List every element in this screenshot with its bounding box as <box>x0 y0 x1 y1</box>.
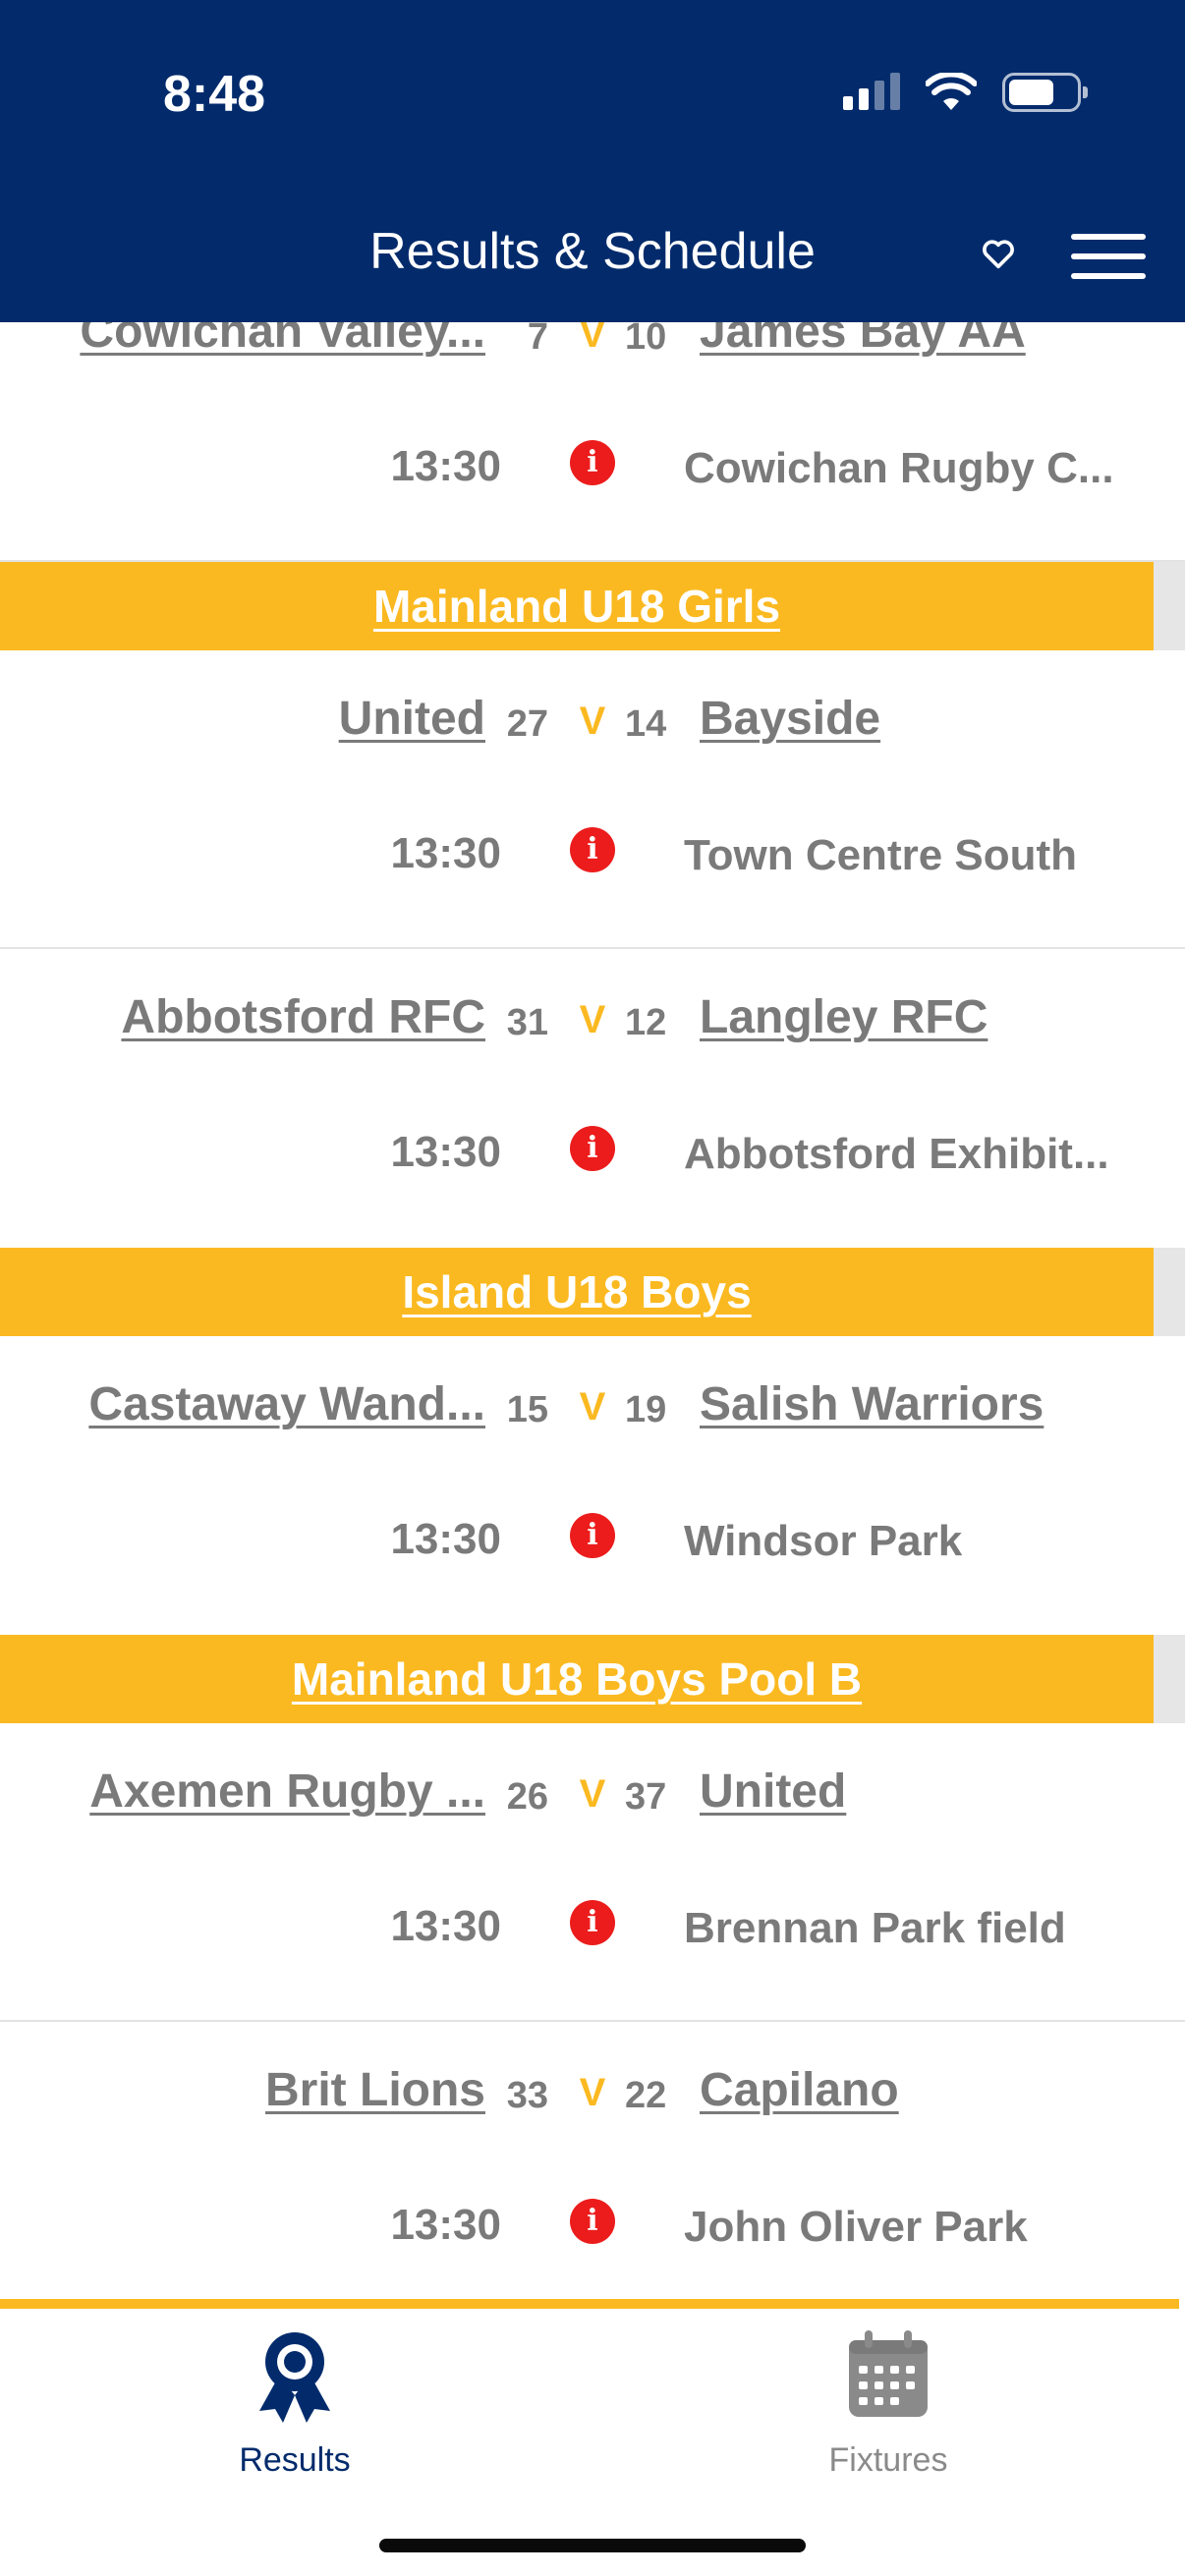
versus-label: V <box>579 998 606 1041</box>
tab-bar: Results Fixtures <box>0 2309 1185 2576</box>
scrollbar-track <box>1154 562 1185 650</box>
away-team-link[interactable]: Bayside <box>700 692 880 746</box>
versus-label: V <box>579 1772 606 1816</box>
versus-label: V <box>579 1385 606 1428</box>
away-team-link[interactable]: Salish Warriors <box>700 1377 1044 1431</box>
tab-results[interactable]: Results <box>147 2326 442 2480</box>
section-title-link[interactable]: Island U18 Boys <box>402 1265 751 1318</box>
home-score: 33 <box>506 2075 548 2116</box>
calendar-icon <box>849 2330 928 2417</box>
section-title-link[interactable]: Mainland U18 Boys Pool B <box>292 1652 862 1706</box>
away-team-link[interactable]: James Bay AA <box>700 322 1026 359</box>
versus-label: V <box>579 322 606 356</box>
status-time: 8:48 <box>163 66 266 123</box>
home-team-link[interactable]: Castaway Wand... <box>88 1377 485 1431</box>
away-team-link[interactable]: Langley RFC <box>700 990 988 1044</box>
tab-fixtures-label: Fixtures <box>828 2441 948 2479</box>
section-header[interactable]: Mainland U18 Boys Pool B <box>0 1635 1185 1723</box>
away-score: 10 <box>625 322 667 358</box>
match-row[interactable]: United 27 V 14 Bayside 13:30 i Town Cent… <box>0 650 1185 949</box>
match-time: 13:30 <box>390 1902 501 1950</box>
info-icon[interactable]: i <box>570 1513 615 1558</box>
section-header[interactable]: Mainland U18 Girls <box>0 562 1185 650</box>
away-score: 14 <box>625 703 667 745</box>
home-score: 31 <box>506 1002 548 1043</box>
info-icon[interactable]: i <box>570 2199 615 2244</box>
venue-label: Cowichan Rugby C... <box>684 444 1114 492</box>
home-team-link[interactable]: Cowichan Valley... <box>80 322 485 359</box>
home-team-link[interactable]: United <box>339 692 485 746</box>
venue-label: Town Centre South <box>684 831 1078 879</box>
results-list[interactable]: Cowichan Valley... 7 V 10 James Bay AA 1… <box>0 322 1185 2309</box>
battery-icon <box>1002 73 1088 112</box>
home-team-link[interactable]: Axemen Rugby ... <box>89 1764 485 1819</box>
venue-label: Brennan Park field <box>684 1904 1066 1952</box>
versus-label: V <box>579 700 606 743</box>
match-time: 13:30 <box>390 1515 501 1563</box>
away-team-link[interactable]: Capilano <box>700 2063 899 2117</box>
venue-label: John Oliver Park <box>684 2203 1028 2251</box>
home-score: 27 <box>506 703 548 745</box>
status-icons <box>843 73 1088 112</box>
home-team-link[interactable]: Brit Lions <box>265 2063 485 2117</box>
home-team-link[interactable]: Abbotsford RFC <box>121 990 485 1044</box>
tab-results-label: Results <box>239 2441 351 2479</box>
away-score: 12 <box>625 1002 667 1043</box>
info-icon[interactable]: i <box>570 1900 615 1945</box>
match-time: 13:30 <box>390 442 501 490</box>
scrollbar-track <box>1154 1248 1185 1336</box>
match-time: 13:30 <box>390 1128 501 1176</box>
cellular-signal-icon <box>843 73 900 110</box>
versus-label: V <box>579 2071 606 2114</box>
match-time: 13:30 <box>390 829 501 877</box>
match-row[interactable]: Castaway Wand... 15 V 19 Salish Warriors… <box>0 1336 1185 1635</box>
section-title-link[interactable]: Mainland U18 Girls <box>373 580 780 633</box>
info-icon[interactable]: i <box>570 440 615 485</box>
scrollbar-track <box>1154 1635 1185 1723</box>
match-row[interactable]: Brit Lions 33 V 22 Capilano 13:30 i John… <box>0 2022 1185 2309</box>
home-score: 26 <box>506 1776 548 1818</box>
heart-outline-icon[interactable] <box>979 234 1018 273</box>
away-score: 37 <box>625 1776 667 1818</box>
away-team-link[interactable]: United <box>700 1764 846 1819</box>
match-row[interactable]: Cowichan Valley... 7 V 10 James Bay AA 1… <box>0 322 1185 562</box>
award-ribbon-icon <box>259 2332 330 2423</box>
venue-label: Abbotsford Exhibit... <box>684 1130 1109 1178</box>
hamburger-menu-icon[interactable] <box>1071 234 1146 279</box>
tabbar-accent-line <box>0 2299 1179 2309</box>
match-time: 13:30 <box>390 2201 501 2249</box>
match-row[interactable]: Axemen Rugby ... 26 V 37 United 13:30 i … <box>0 1723 1185 2022</box>
away-score: 22 <box>625 2075 667 2116</box>
match-row[interactable]: Abbotsford RFC 31 V 12 Langley RFC 13:30… <box>0 949 1185 1248</box>
wifi-icon <box>926 73 977 110</box>
home-indicator[interactable] <box>379 2539 806 2552</box>
info-icon[interactable]: i <box>570 1126 615 1171</box>
venue-label: Windsor Park <box>684 1517 963 1565</box>
section-header[interactable]: Island U18 Boys <box>0 1248 1185 1336</box>
home-score: 7 <box>527 322 548 358</box>
tab-fixtures[interactable]: Fixtures <box>741 2326 1036 2480</box>
app-header: 8:48 Results & Schedule <box>0 0 1185 322</box>
home-score: 15 <box>506 1389 548 1430</box>
away-score: 19 <box>625 1389 667 1430</box>
info-icon[interactable]: i <box>570 827 615 872</box>
